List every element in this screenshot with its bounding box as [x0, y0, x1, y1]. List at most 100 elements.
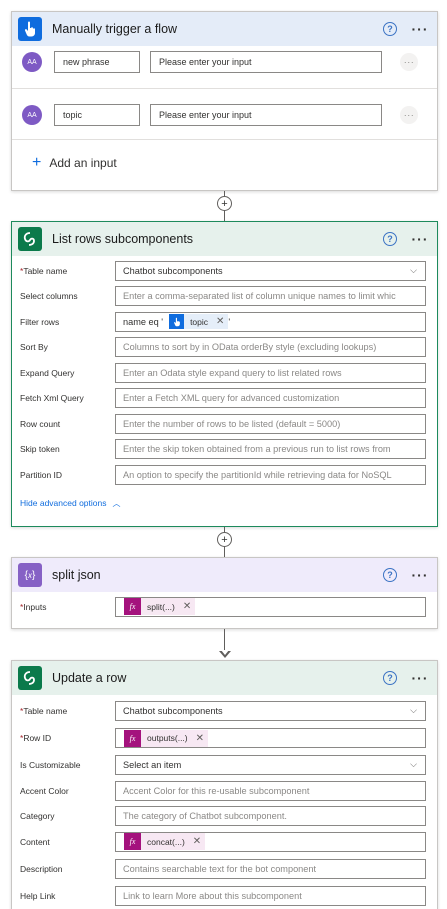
function-icon: fx	[124, 833, 141, 850]
help-icon[interactable]: ?	[383, 22, 397, 36]
split-json-header[interactable]: {x} split json ? ···	[12, 558, 437, 592]
description-input[interactable]: Contains searchable text for the bot com…	[115, 858, 426, 879]
expand-query-row: Expand Query Enter an Odata style expand…	[12, 360, 437, 386]
category-input[interactable]: The category of Chatbot subcomponent.	[115, 805, 426, 826]
expression-token[interactable]: fx outputs(...) ✕	[124, 729, 209, 747]
hide-advanced-options-link[interactable]: Hide advanced options ︿	[12, 488, 437, 509]
select-columns-input[interactable]: Enter a comma-separated list of column u…	[115, 286, 426, 307]
split-json-card: {x} split json ? ··· *Inputs fx split(..…	[11, 557, 438, 629]
fetch-xml-input[interactable]: Enter a Fetch XML query for advanced cus…	[115, 388, 426, 409]
trigger-card-header[interactable]: Manually trigger a flow ? ···	[12, 12, 437, 46]
accent-color-row: Accent Color Accent Color for this re-us…	[12, 778, 437, 803]
row-id-row: *Row ID fx outputs(...) ✕	[12, 725, 437, 751]
row-count-input[interactable]: Enter the number of rows to be listed (d…	[115, 413, 426, 434]
add-input-button[interactable]: + Add an input	[32, 154, 437, 172]
text-input-icon: AA	[22, 105, 42, 125]
more-options-icon[interactable]: ···	[411, 21, 429, 37]
row-count-row: Row count Enter the number of rows to be…	[12, 411, 437, 437]
trigger-token-icon	[169, 314, 185, 330]
more-options-icon[interactable]: ···	[411, 567, 429, 583]
insert-step-button[interactable]: +	[217, 532, 232, 547]
dataverse-icon	[18, 227, 42, 251]
function-icon: fx	[124, 729, 141, 747]
insert-step-button[interactable]: +	[217, 196, 232, 211]
more-options-icon[interactable]: ···	[411, 670, 429, 686]
divider	[12, 139, 437, 140]
inputs-row: *Inputs fx split(...) ✕	[12, 594, 437, 620]
chevron-down-icon: ⌵	[410, 264, 417, 275]
partition-id-label: Partition ID	[20, 469, 63, 480]
split-json-title: split json	[52, 568, 101, 582]
help-icon[interactable]: ?	[383, 232, 397, 246]
list-rows-title: List rows subcomponents	[52, 232, 194, 246]
dynamic-content-token[interactable]: topic ✕	[169, 314, 229, 330]
help-icon[interactable]: ?	[383, 671, 397, 685]
inputs-field[interactable]: fx split(...) ✕	[115, 596, 426, 617]
remove-token-icon[interactable]: ✕	[196, 733, 204, 744]
content-field[interactable]: fx concat(...) ✕	[115, 831, 426, 852]
text-input-icon: AA	[22, 52, 42, 72]
remove-token-icon[interactable]: ✕	[193, 836, 201, 847]
expression-token[interactable]: fx concat(...) ✕	[124, 833, 206, 850]
remove-token-icon[interactable]: ✕	[183, 601, 191, 612]
sort-by-row: Sort By Columns to sort by in OData orde…	[12, 335, 437, 361]
category-label: Category	[20, 810, 55, 821]
is-customizable-row: Is Customizable Select an item ⌵	[12, 751, 437, 778]
table-name-row: *Table name Chatbot subcomponents ⌵	[12, 696, 437, 725]
description-label: Description	[20, 863, 63, 874]
filter-rows-row: Filter rows name eq ' topic ✕ '	[12, 309, 437, 335]
chevron-down-icon: ⌵	[410, 758, 417, 769]
connector-line	[224, 629, 225, 651]
input-placeholder-field[interactable]: Please enter your input	[150, 51, 382, 73]
add-input-label: Add an input	[49, 156, 117, 170]
help-link-row: Help Link Link to learn More about this …	[12, 882, 437, 909]
update-row-card: Update a row ? ··· *Table name Chatbot s…	[11, 660, 438, 909]
skip-token-input[interactable]: Enter the skip token obtained from a pre…	[115, 439, 426, 460]
help-icon[interactable]: ?	[383, 568, 397, 582]
input-name-field[interactable]: topic	[54, 104, 140, 126]
trigger-title: Manually trigger a flow	[52, 22, 178, 36]
table-name-dropdown[interactable]: Chatbot subcomponents ⌵	[115, 260, 426, 281]
is-customizable-label: Is Customizable	[20, 759, 81, 770]
sort-by-input[interactable]: Columns to sort by in OData orderBy styl…	[115, 337, 426, 358]
description-row: Description Contains searchable text for…	[12, 855, 437, 882]
table-name-dropdown[interactable]: Chatbot subcomponents ⌵	[115, 700, 426, 721]
help-link-label: Help Link	[20, 890, 56, 901]
skip-token-label: Skip token	[20, 444, 60, 455]
remove-token-icon[interactable]: ✕	[216, 316, 224, 327]
expand-query-input[interactable]: Enter an Odata style expand query to lis…	[115, 362, 426, 383]
table-name-label: *Table name	[20, 705, 68, 716]
list-rows-card: List rows subcomponents ? ··· *Table nam…	[11, 221, 438, 527]
row-id-label: *Row ID	[20, 733, 52, 743]
partition-id-row: Partition ID An option to specify the pa…	[12, 462, 437, 488]
dataverse-icon	[18, 666, 42, 690]
content-row: Content fx concat(...) ✕	[12, 828, 437, 855]
partition-id-input[interactable]: An option to specify the partitionId whi…	[115, 464, 426, 485]
input-more-icon[interactable]: ···	[400, 106, 418, 124]
row-id-field[interactable]: fx outputs(...) ✕	[115, 728, 426, 748]
more-options-icon[interactable]: ···	[411, 231, 429, 247]
inputs-label: *Inputs	[20, 601, 47, 612]
plus-icon: +	[32, 154, 42, 171]
compose-icon: {x}	[18, 563, 42, 587]
accent-color-input[interactable]: Accent Color for this re-usable subcompo…	[115, 780, 426, 801]
update-row-header[interactable]: Update a row ? ···	[12, 661, 437, 695]
input-name-field[interactable]: new phrase	[54, 51, 140, 73]
expression-token[interactable]: fx split(...) ✕	[124, 598, 196, 616]
trigger-input-row: AA new phrase Please enter your input ··…	[22, 42, 427, 82]
trigger-input-row: AA topic Please enter your input ···	[22, 95, 427, 135]
hand-tap-icon	[18, 17, 42, 41]
filter-rows-input[interactable]: name eq ' topic ✕ '	[115, 311, 426, 332]
is-customizable-dropdown[interactable]: Select an item ⌵	[115, 754, 426, 775]
list-rows-header[interactable]: List rows subcomponents ? ···	[12, 222, 437, 256]
input-placeholder-field[interactable]: Please enter your input	[150, 104, 382, 126]
content-label: Content	[20, 836, 50, 847]
input-more-icon[interactable]: ···	[400, 53, 418, 71]
skip-token-row: Skip token Enter the skip token obtained…	[12, 437, 437, 463]
help-link-input[interactable]: Link to learn More about this subcompone…	[115, 885, 426, 906]
select-columns-label: Select columns	[20, 291, 78, 302]
divider	[12, 88, 437, 89]
expand-query-label: Expand Query	[20, 367, 75, 378]
function-icon: fx	[124, 598, 141, 616]
filter-rows-label: Filter rows	[20, 316, 60, 327]
